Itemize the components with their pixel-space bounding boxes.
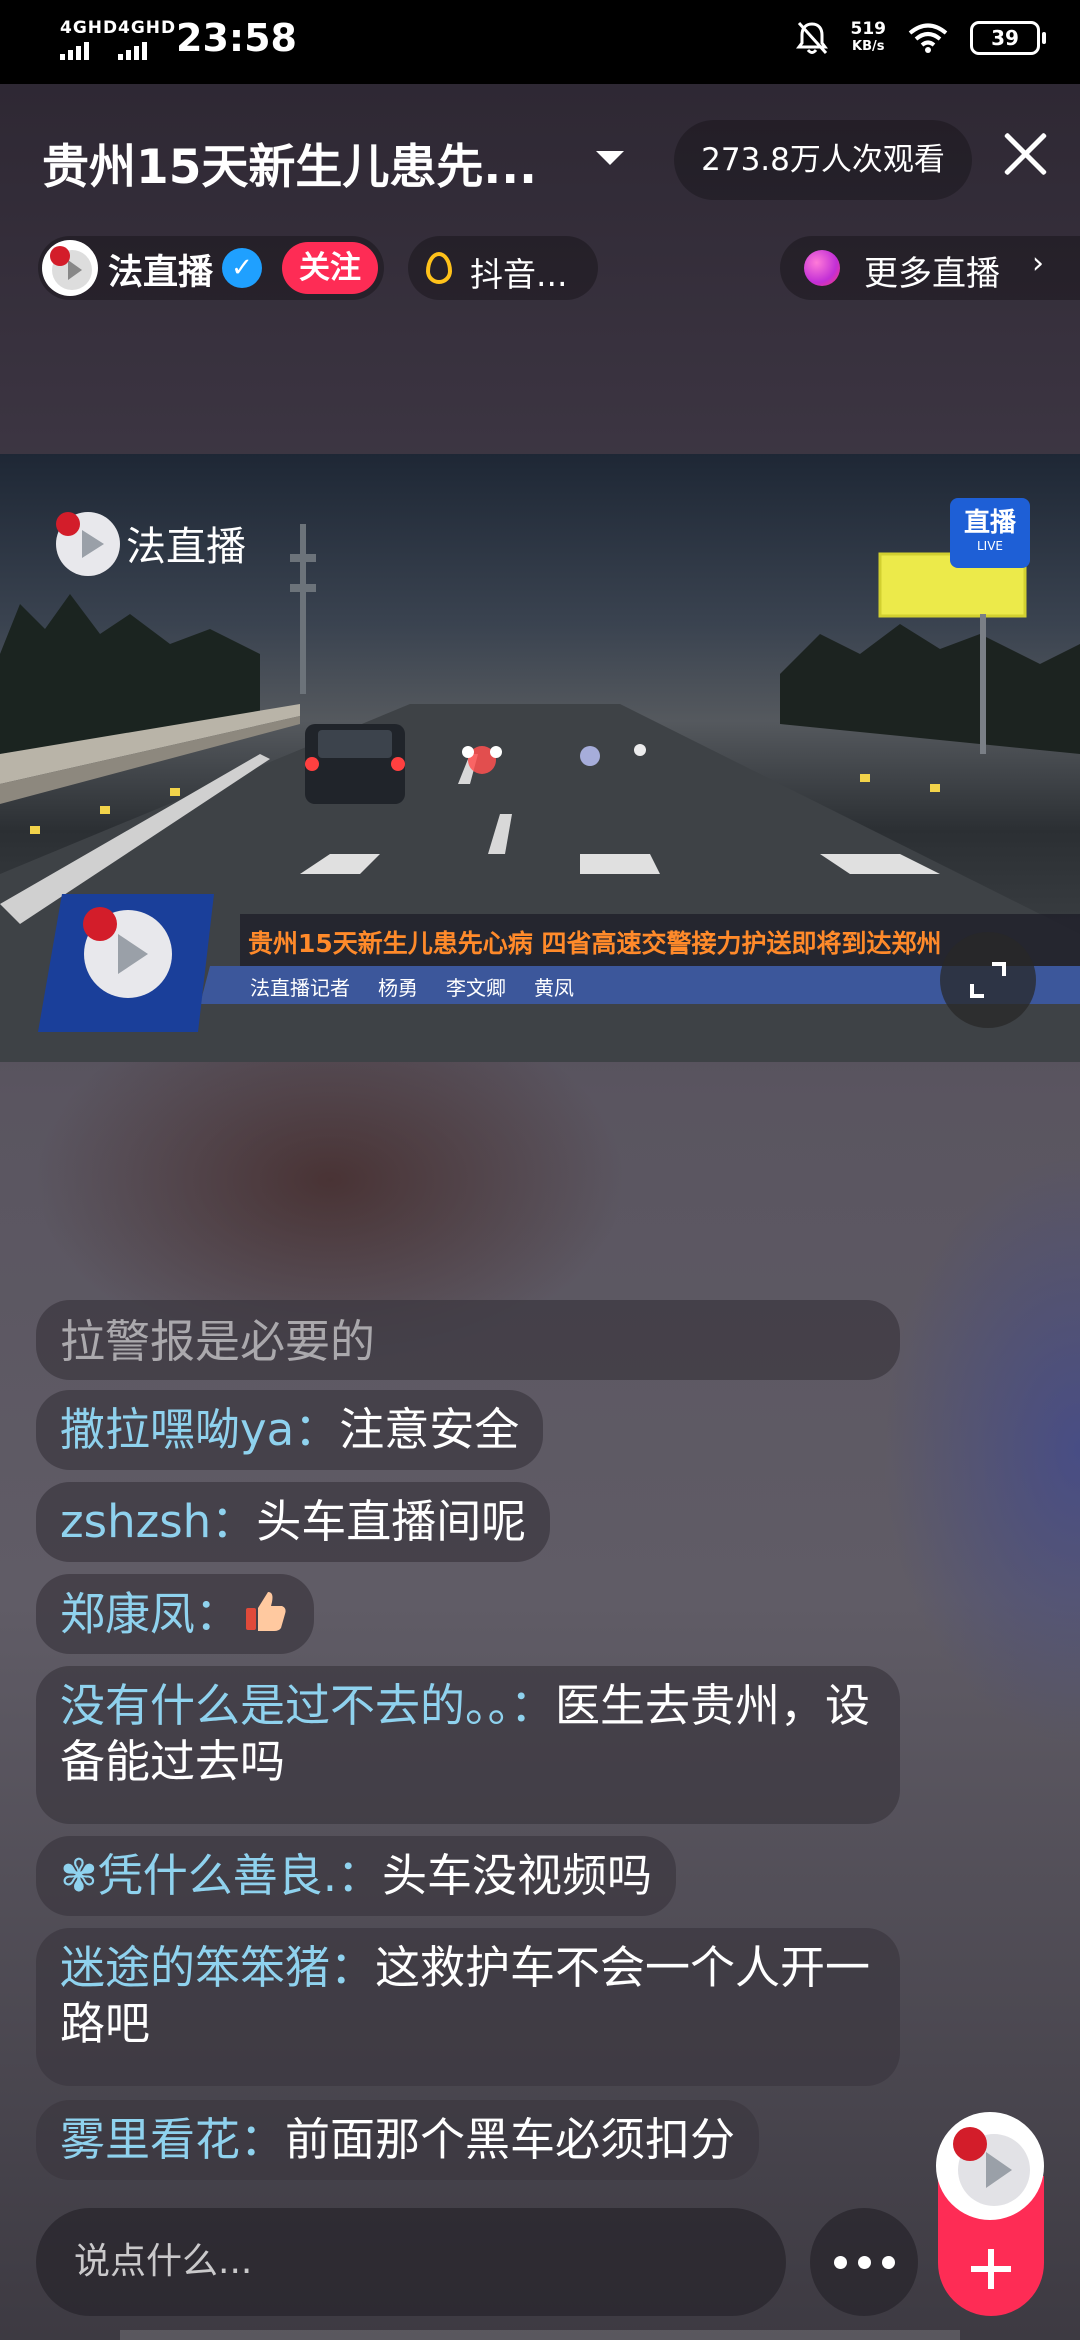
video-headline: 贵州15天新生儿患先心病 四省高速交警接力护送即将到达郑州 xyxy=(248,929,942,958)
chat-username[interactable]: ✾凭什么善良.： xyxy=(60,1849,382,1902)
credit-name: 杨勇 xyxy=(378,976,418,1000)
credit-name: 黄凤 xyxy=(534,976,574,1000)
more-live-icon xyxy=(804,250,840,286)
comment-input[interactable]: 说点什么... xyxy=(36,2208,786,2316)
chat-username[interactable]: 没有什么是过不去的。。： xyxy=(60,1679,555,1732)
chat-message: 没有什么是过不去的。。：医生去贵州，设备能过去吗 xyxy=(36,1666,900,1824)
battery-icon: 39 xyxy=(970,21,1046,55)
avatar[interactable] xyxy=(42,240,98,296)
follow-button[interactable]: 关注 xyxy=(282,242,378,294)
fullscreen-button[interactable] xyxy=(940,932,1036,1028)
status-bar: 4GHD 4GHD 23:58 519 KB/s 39 xyxy=(0,0,1080,84)
chat-username[interactable]: zshzsh： xyxy=(60,1495,256,1548)
chevron-right-icon: › xyxy=(1032,246,1044,281)
chat-text: 头车直播间呢 xyxy=(256,1495,527,1548)
chat-text: 头车没视频吗 xyxy=(382,1849,653,1902)
viewer-count[interactable]: 273.8万人次观看 xyxy=(674,120,972,200)
chat-message: 郑康凤： xyxy=(36,1574,315,1654)
channel-floating-button[interactable] xyxy=(936,2112,1044,2220)
speed-value: 519 xyxy=(850,19,887,39)
expand-icon xyxy=(970,962,1006,998)
chat-message: 雾里看花：前面那个黑车必须扣分 xyxy=(36,2100,760,2180)
channel-logo-icon xyxy=(50,246,92,290)
network-type-1: 4GHD xyxy=(60,18,119,38)
thumbs-up-icon xyxy=(240,1586,290,1649)
live-video[interactable]: 法直播 直播 LIVE 贵州15天新生儿患先心病 四省高速交警接力护送即将到达郑… xyxy=(0,454,1080,1062)
flame-icon xyxy=(426,252,452,284)
more-live-button[interactable]: 更多直播 › xyxy=(780,236,1080,300)
channel-watermark: 法直播 xyxy=(126,524,246,570)
chat-text: 拉警报是必要的 xyxy=(60,1315,376,1368)
live-badge-label: 直播 xyxy=(963,508,1016,538)
chat-text: 注意安全 xyxy=(339,1403,520,1456)
live-badge: 直播 LIVE xyxy=(950,502,1030,553)
verified-icon: ✓ xyxy=(222,248,262,288)
chat-message: zshzsh：头车直播间呢 xyxy=(36,1482,551,1562)
hot-rank-button[interactable]: 抖音... xyxy=(408,236,598,300)
video-credits: 法直播记者 杨勇 李文卿 黄凤 xyxy=(250,972,574,1001)
chat-message: 撒拉嘿呦ya：注意安全 xyxy=(36,1390,544,1470)
network-speed: 519 KB/s xyxy=(851,20,887,56)
chat-username[interactable]: 郑康凤： xyxy=(60,1588,240,1641)
clock: 23:58 xyxy=(176,16,297,60)
wifi-icon xyxy=(908,23,948,53)
signal-icon xyxy=(60,40,89,60)
channel-logo-icon xyxy=(953,2127,1030,2206)
chat-text: 前面那个黑车必须扣分 xyxy=(285,2113,736,2166)
mute-bell-icon xyxy=(795,21,828,55)
gesture-bar xyxy=(120,2330,960,2340)
chat-message: 迷途的笨笨猪：这救护车不会一个人开一路吧 xyxy=(36,1928,900,2086)
live-badge-sub: LIVE xyxy=(976,539,1003,553)
signal-icon-2 xyxy=(118,40,147,60)
close-icon[interactable] xyxy=(1003,132,1047,176)
more-live-label: 更多直播 xyxy=(864,254,1000,294)
credit-name: 李文卿 xyxy=(446,976,506,1000)
chat-username[interactable]: 迷途的笨笨猪： xyxy=(60,1941,375,1994)
anchor-info[interactable]: 法直播 ✓ 关注 xyxy=(38,236,384,300)
speed-unit: KB/s xyxy=(852,39,885,54)
live-title[interactable]: 贵州15天新生儿患先... xyxy=(42,128,537,197)
network-type-2: 4GHD xyxy=(118,18,177,38)
more-options-button[interactable] xyxy=(810,2208,918,2316)
chat-username[interactable]: 雾里看花： xyxy=(60,2113,285,2166)
credit-role: 法直播记者 xyxy=(250,976,350,1000)
chat-message: 拉警报是必要的 xyxy=(36,1300,900,1380)
chevron-down-icon[interactable] xyxy=(596,151,624,165)
chat-message: ✾凭什么善良.：头车没视频吗 xyxy=(36,1836,677,1916)
anchor-name[interactable]: 法直播 xyxy=(108,244,213,295)
chat-username[interactable]: 撒拉嘿呦ya： xyxy=(60,1403,339,1456)
hot-rank-label: 抖音... xyxy=(470,255,568,294)
